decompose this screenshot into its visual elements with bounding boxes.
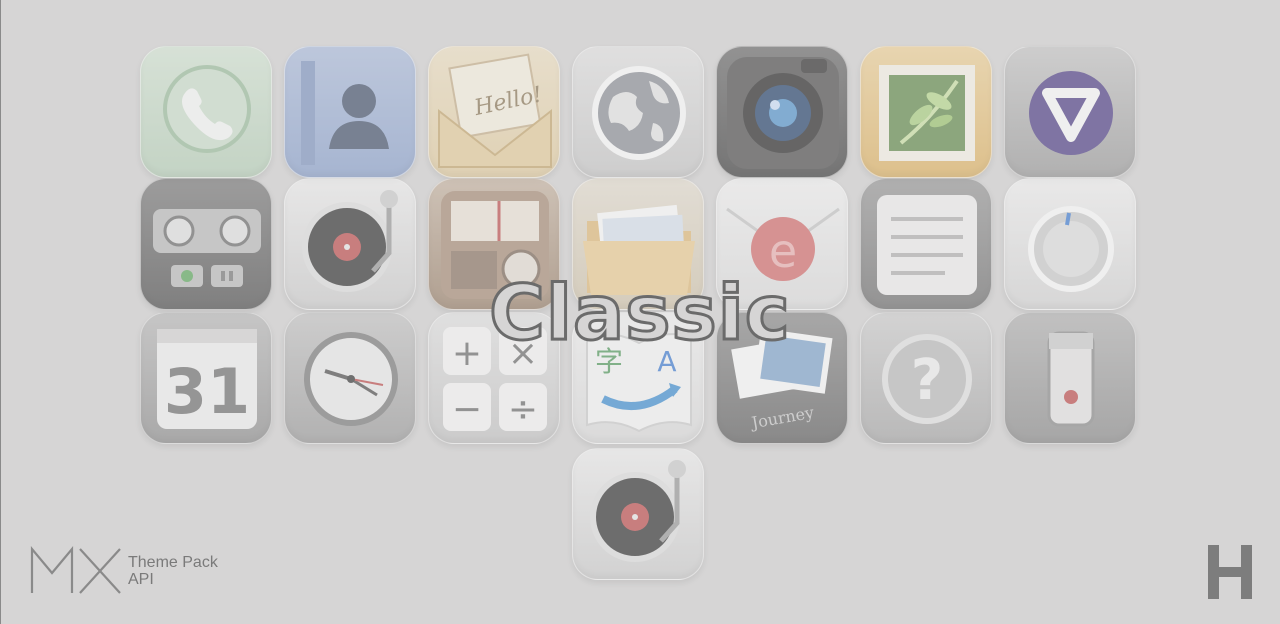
calc-divide-glyph: ÷ (508, 389, 538, 430)
mx-theme-pack-logo: Theme Pack API (30, 545, 240, 597)
calendar-day-number: 31 (164, 355, 250, 428)
theme-preview-stage: Hello! e 31 + × − ÷ 字 A Journey ? Classi… (0, 0, 1280, 624)
globe-icon[interactable] (572, 46, 704, 178)
phone-icon[interactable] (140, 46, 272, 178)
journey-label: Journey (748, 403, 815, 433)
camera-icon[interactable] (716, 46, 848, 178)
mx-logo-mark (30, 545, 121, 594)
contacts-icon[interactable] (284, 46, 416, 178)
turntable-icon-extra[interactable] (572, 448, 704, 580)
theme-title: Classic (488, 267, 792, 359)
h-logo (1208, 545, 1252, 599)
brand-caption: Theme Pack API (128, 554, 218, 588)
calc-minus-glyph: − (452, 389, 482, 430)
brand-line-2: API (128, 571, 154, 588)
video-player-icon[interactable] (1004, 46, 1136, 178)
photo-frame-icon[interactable] (860, 46, 992, 178)
mail-icon[interactable]: Hello! (428, 46, 560, 178)
brand-line-1: Theme Pack (128, 554, 218, 571)
